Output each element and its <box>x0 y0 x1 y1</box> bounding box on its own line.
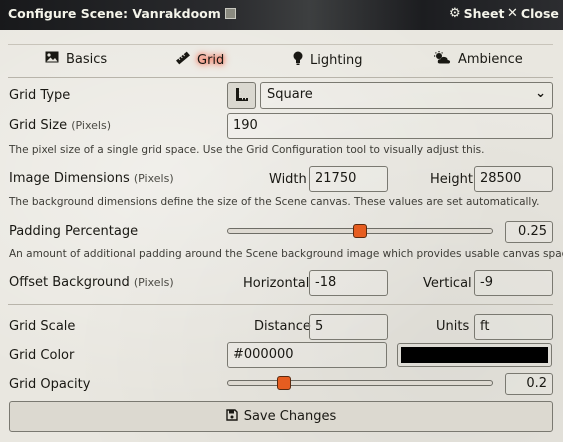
padding-value: 0.25 <box>505 221 553 243</box>
grid-color-label: Grid Color <box>9 348 75 363</box>
grid-size-label: Grid Size (Pixels) <box>9 118 111 133</box>
sheet-button-label: Sheet <box>463 6 505 21</box>
distance-input[interactable]: 5 <box>309 314 388 340</box>
save-changes-button[interactable]: Save Changes <box>9 401 553 432</box>
opacity-slider-thumb[interactable] <box>277 376 292 390</box>
tab-ambience[interactable]: Ambience <box>434 51 523 68</box>
padding-label: Padding Percentage <box>9 224 139 239</box>
tab-lighting-label: Lighting <box>310 52 363 68</box>
close-icon: ✕ <box>507 6 518 21</box>
tab-basics-label: Basics <box>66 51 108 67</box>
width-input[interactable]: 21750 <box>309 166 388 192</box>
section-divider <box>8 304 553 305</box>
offset-units: (Pixels) <box>133 276 174 289</box>
title-area: Configure Scene: Vanrakdoom <box>8 6 236 21</box>
horizontal-offset-input[interactable]: -18 <box>309 270 388 296</box>
grid-size-label-text: Grid Size <box>9 118 68 133</box>
offset-label-text: Offset Background <box>9 275 130 290</box>
grid-scale-label: Grid Scale <box>9 319 76 334</box>
units-label: Units <box>436 319 470 334</box>
grid-color-input[interactable]: #000000 <box>227 342 387 368</box>
height-input[interactable]: 28500 <box>474 166 553 192</box>
document-icon <box>224 8 236 19</box>
save-icon <box>226 409 238 424</box>
image-dimensions-hint: The background dimensions define the siz… <box>9 196 540 208</box>
grid-type-select[interactable]: Square ⌄ <box>260 82 553 109</box>
ruler-icon <box>176 51 190 69</box>
lightbulb-icon <box>293 51 303 69</box>
save-changes-label: Save Changes <box>243 409 337 424</box>
image-dimensions-label: Image Dimensions (Pixels) <box>9 171 174 186</box>
grid-type-label: Grid Type <box>9 88 71 103</box>
units-input[interactable]: ft <box>474 314 553 340</box>
chevron-down-icon: ⌄ <box>535 86 546 101</box>
opacity-value: 0.2 <box>505 373 553 395</box>
tab-grid[interactable]: Grid <box>176 51 224 69</box>
close-button-label: Close <box>520 6 559 21</box>
tab-grid-label: Grid <box>197 52 225 68</box>
image-icon <box>45 51 59 67</box>
padding-hint: An amount of additional padding around t… <box>9 248 563 260</box>
vertical-offset-input[interactable]: -9 <box>474 270 553 296</box>
tab-basics[interactable]: Basics <box>45 51 107 67</box>
vertical-label: Vertical <box>423 276 472 291</box>
ruler-combined-icon <box>236 88 248 101</box>
tab-ambience-label: Ambience <box>458 52 523 67</box>
close-button[interactable]: ✕ Close <box>507 6 559 21</box>
grid-color-swatch <box>401 347 548 363</box>
cloud-sun-icon <box>434 51 451 68</box>
window-title: Configure Scene: Vanrakdoom <box>8 6 221 21</box>
distance-label: Distance <box>254 319 311 334</box>
grid-config-tool-button[interactable] <box>227 82 256 109</box>
grid-opacity-label: Grid Opacity <box>9 377 91 392</box>
scene-config-window: Configure Scene: Vanrakdoom ⚙ Sheet ✕ Cl… <box>0 0 563 442</box>
tab-lighting[interactable]: Lighting <box>293 51 363 69</box>
height-label: Height <box>430 172 473 187</box>
sheet-button[interactable]: ⚙ Sheet <box>449 6 505 21</box>
grid-size-hint: The pixel size of a single grid space. U… <box>9 144 485 156</box>
gear-icon: ⚙ <box>449 6 461 21</box>
grid-type-value: Square <box>267 87 313 102</box>
offset-label: Offset Background (Pixels) <box>9 275 174 290</box>
image-dimensions-units: (Pixels) <box>133 172 174 185</box>
width-label: Width <box>269 172 307 187</box>
opacity-slider-track[interactable] <box>227 380 493 386</box>
grid-size-units: (Pixels) <box>71 119 112 132</box>
horizontal-label: Horizontal <box>243 276 310 291</box>
grid-color-picker[interactable] <box>397 343 552 367</box>
grid-size-input[interactable]: 190 <box>227 113 553 139</box>
padding-slider-thumb[interactable] <box>353 224 367 238</box>
window-header[interactable]: Configure Scene: Vanrakdoom ⚙ Sheet ✕ Cl… <box>0 0 563 30</box>
tab-bar: Basics Grid Lighting Ambience <box>8 44 553 78</box>
image-dimensions-label-text: Image Dimensions <box>9 171 130 186</box>
